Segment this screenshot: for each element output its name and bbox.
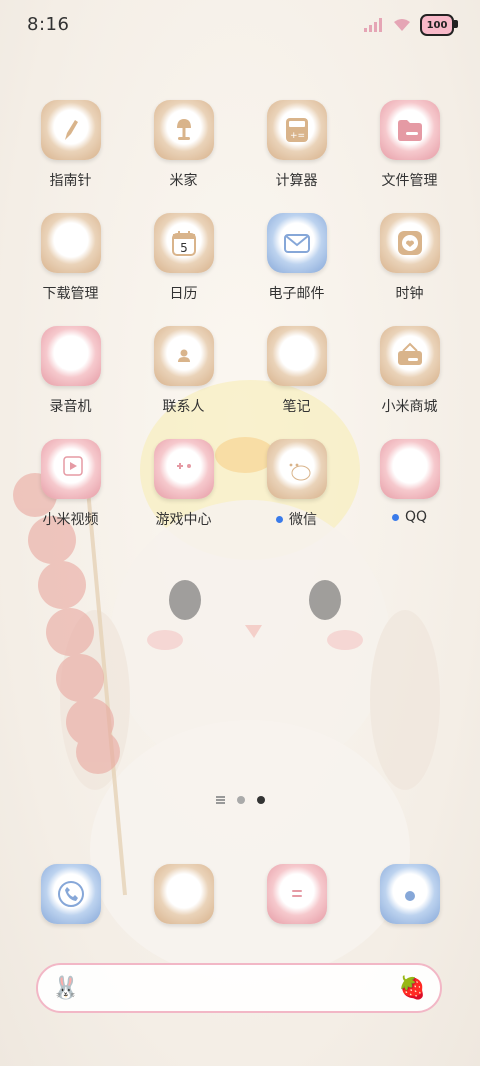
- dock-messages[interactable]: [240, 864, 353, 924]
- app-label: 小米商城: [382, 396, 438, 416]
- notes-icon[interactable]: [266, 326, 327, 386]
- app-label: 米家: [170, 170, 198, 190]
- signal-icon: [364, 18, 382, 32]
- app-clock[interactable]: 时钟: [353, 213, 466, 326]
- dock-phone[interactable]: [14, 864, 127, 924]
- page-dot-2-active[interactable]: [256, 796, 265, 804]
- search-bar[interactable]: 🐰 🍓: [36, 963, 442, 1013]
- dock-browser[interactable]: [127, 864, 240, 924]
- dock: [14, 864, 466, 924]
- app-label-text: 下载管理: [42, 286, 99, 302]
- app-email[interactable]: 电子邮件: [240, 213, 353, 326]
- app-game-center[interactable]: 游戏中心: [127, 439, 240, 552]
- app-label-text: 联系人: [162, 399, 205, 415]
- app-label-text: 小米视频: [42, 512, 99, 528]
- app-label: 小米视频: [43, 509, 99, 529]
- app-label: 日历: [170, 283, 198, 303]
- app-label-text: 录音机: [49, 399, 92, 415]
- app-label-text: 日历: [169, 286, 198, 302]
- basket-icon[interactable]: [379, 326, 440, 386]
- calendar-icon[interactable]: 5: [153, 213, 214, 273]
- calculator-icon[interactable]: +=: [266, 100, 327, 160]
- app-label-text: 计算器: [275, 173, 318, 189]
- app-label: 微信: [276, 509, 317, 529]
- app-calendar[interactable]: 5 日历: [127, 213, 240, 326]
- app-label-text: 小米商城: [381, 399, 438, 415]
- app-qq[interactable]: QQ: [353, 439, 466, 552]
- app-label: 游戏中心: [156, 509, 212, 529]
- microphone-icon[interactable]: [40, 326, 101, 386]
- app-label-text: 笔记: [282, 399, 311, 415]
- video-icon[interactable]: [40, 439, 101, 499]
- folder-icon[interactable]: [379, 100, 440, 160]
- calendar-date: 5: [180, 241, 188, 255]
- app-contacts[interactable]: 联系人: [127, 326, 240, 439]
- phone-icon[interactable]: [40, 864, 101, 924]
- strawberry-icon: 🍓: [398, 975, 426, 1001]
- app-label: 文件管理: [382, 170, 438, 190]
- app-label: 下载管理: [43, 283, 99, 303]
- lamp-icon[interactable]: [153, 100, 214, 160]
- qq-penguin-icon[interactable]: [379, 439, 440, 499]
- contacts-icon[interactable]: [153, 326, 214, 386]
- cloud-icon[interactable]: [40, 213, 101, 273]
- bunny-icon: 🐰: [52, 975, 80, 1001]
- app-mi-store[interactable]: 小米商城: [353, 326, 466, 439]
- app-label: QQ: [391, 509, 428, 525]
- page-indicator[interactable]: [0, 796, 480, 804]
- app-label-text: 微信: [289, 512, 317, 528]
- app-label: 时钟: [396, 283, 424, 303]
- camera-icon[interactable]: [379, 864, 440, 924]
- message-icon[interactable]: [266, 864, 327, 924]
- status-bar: 8:16 100: [0, 0, 480, 50]
- status-icons: 100: [364, 14, 458, 36]
- app-downloads[interactable]: 下载管理: [14, 213, 127, 326]
- app-label: 笔记: [283, 396, 311, 416]
- wifi-icon: [394, 19, 410, 31]
- app-label-text: 时钟: [395, 286, 424, 302]
- app-label-text: 米家: [169, 173, 198, 189]
- wechat-icon[interactable]: [266, 439, 327, 499]
- battery-level: 100: [426, 19, 448, 31]
- app-notes[interactable]: 笔记: [240, 326, 353, 439]
- app-recorder[interactable]: 录音机: [14, 326, 127, 439]
- app-wechat[interactable]: 微信: [240, 439, 353, 552]
- app-label-text: 指南针: [49, 173, 92, 189]
- app-label-text: QQ: [404, 509, 428, 525]
- mail-icon[interactable]: [266, 213, 327, 273]
- app-label-text: 电子邮件: [268, 286, 325, 302]
- gamepad-icon[interactable]: [153, 439, 214, 499]
- app-mi-home[interactable]: 米家: [127, 100, 240, 213]
- status-time: 8:16: [27, 14, 70, 35]
- app-label: 联系人: [163, 396, 205, 416]
- app-label: 指南针: [50, 170, 92, 190]
- battery-icon: 100: [420, 14, 458, 36]
- dock-camera[interactable]: [353, 864, 466, 924]
- new-install-dot: [276, 515, 283, 523]
- page-dot-1[interactable]: [236, 796, 245, 804]
- app-file-manager[interactable]: 文件管理: [353, 100, 466, 213]
- app-label-text: 文件管理: [381, 173, 438, 189]
- new-install-dot: [391, 513, 399, 521]
- app-label: 电子邮件: [269, 283, 325, 303]
- app-label: 录音机: [50, 396, 92, 416]
- app-drawer-indicator-icon[interactable]: [215, 796, 225, 804]
- svg-text:+=: +=: [290, 131, 305, 141]
- app-compass[interactable]: 指南针: [14, 100, 127, 213]
- app-label: 计算器: [276, 170, 318, 190]
- compass-icon[interactable]: [40, 100, 101, 160]
- app-mi-video[interactable]: 小米视频: [14, 439, 127, 552]
- app-label-text: 游戏中心: [155, 512, 212, 528]
- clock-icon[interactable]: [379, 213, 440, 273]
- app-grid: 指南针 米家 += 计算器 文件管理下载管理 5 日历 电子邮件 时钟录音机 联系人 笔记 小米商城小…: [14, 100, 466, 552]
- app-calculator[interactable]: += 计算器: [240, 100, 353, 213]
- planet-icon[interactable]: [153, 864, 214, 924]
